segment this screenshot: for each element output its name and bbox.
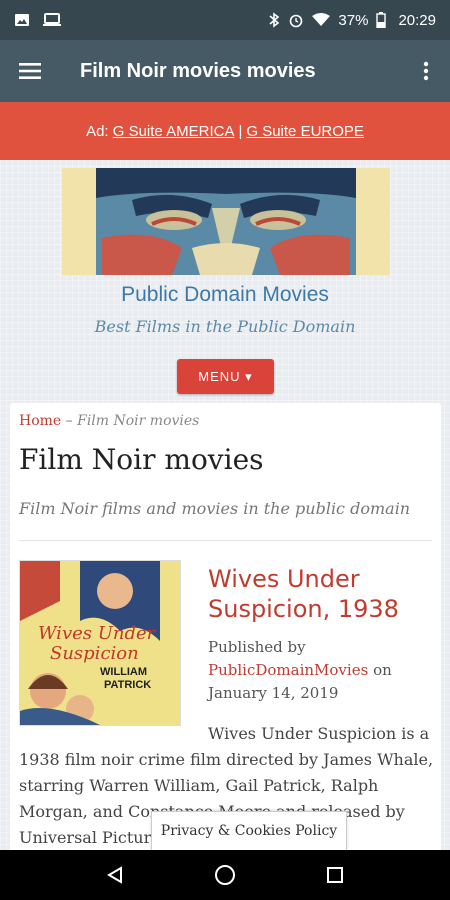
ad-prefix: Ad: [86,122,109,140]
site-tagline: Best Films in the Public Domain [94,317,356,336]
ad-link-gsuite-europe[interactable]: G Suite EUROPE [246,123,364,140]
ad-bar: Ad: G Suite AMERICA | G Suite EUROPE [0,102,450,160]
back-triangle-icon [107,866,122,884]
poster-actor1: WILLIAM [100,666,147,678]
post-meta: Published by PublicDomainMovies on Janua… [208,636,436,705]
laptop-icon [42,12,62,28]
on-label: on [373,661,392,679]
hamburger-menu-button[interactable] [0,40,60,102]
breadcrumb: Home – Film Noir movies [19,413,199,429]
status-bar: 37% 20:29 [0,0,450,40]
app-title: Film Noir movies movies [80,59,316,82]
back-button[interactable] [95,855,135,895]
poster-title-line2: Suspicion [50,643,139,664]
author-link[interactable]: PublicDomainMovies [208,661,368,679]
battery-percent: 37% [338,11,369,29]
movie-poster-thumbnail[interactable]: Wives Under Suspicion WILLIAM PATRICK [19,560,181,726]
breadcrumb-current: Film Noir movies [77,413,200,429]
home-circle-icon [215,865,235,885]
poster-actor2: PATRICK [104,679,151,691]
post-date: January 14, 2019 [208,684,339,702]
overflow-menu-button[interactable] [402,40,450,102]
ad-separator: | [238,122,243,140]
divider [19,540,432,541]
breadcrumb-separator: – [65,413,73,429]
recents-button[interactable] [315,855,355,895]
post-title-link[interactable]: Wives Under Suspicion, 1938 [208,564,436,624]
privacy-cookies-button[interactable]: Privacy & Cookies Policy [151,811,347,850]
battery-icon [376,12,387,28]
image-icon [14,12,30,28]
page-title: Film Noir movies [19,443,264,476]
content-card: Home – Film Noir movies Film Noir movies… [10,403,441,850]
system-nav-bar [0,850,450,900]
breadcrumb-home-link[interactable]: Home [19,413,61,429]
site-title[interactable]: Public Domain Movies [0,283,450,307]
poster-title-line1: Wives Under [38,623,157,644]
site-banner-image[interactable] [62,168,390,275]
bluetooth-icon [268,12,280,28]
recents-square-icon [327,867,343,883]
menu-button[interactable]: MENU ▾ [177,359,274,394]
hamburger-icon [19,63,41,79]
app-bar: Film Noir movies movies [0,40,450,102]
more-vert-icon [423,61,429,81]
alarm-icon [288,12,304,28]
page-area: Public Domain Movies Best Films in the P… [0,160,450,850]
page-description: Film Noir films and movies in the public… [19,499,411,518]
published-by-label: Published by [208,638,306,656]
home-button[interactable] [205,855,245,895]
wifi-icon [312,13,331,27]
ad-link-gsuite-america[interactable]: G Suite AMERICA [113,123,235,140]
clock: 20:29 [398,11,436,29]
